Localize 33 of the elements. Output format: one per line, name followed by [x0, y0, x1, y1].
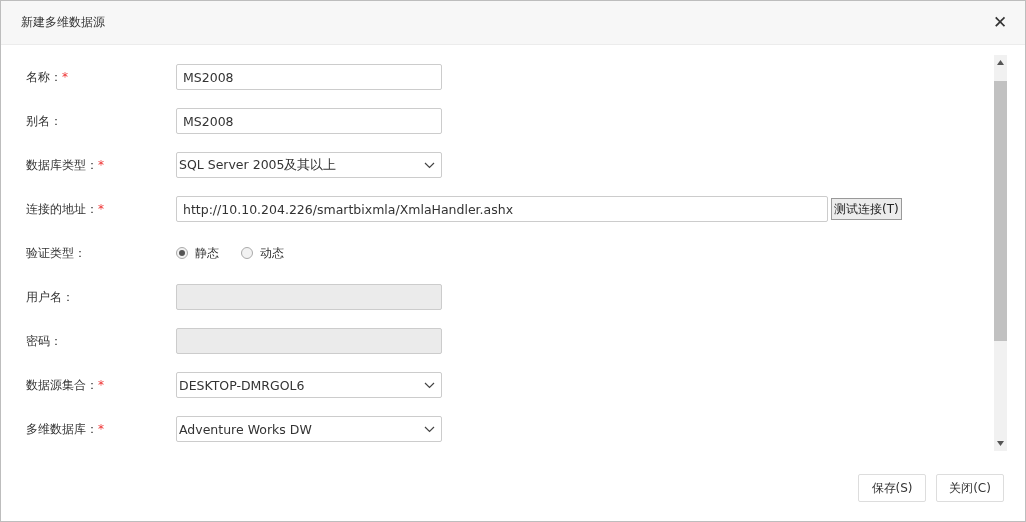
- test-connection-button[interactable]: 测试连接(T): [831, 198, 902, 220]
- text-field[interactable]: MS2008: [176, 108, 442, 134]
- field-label: 用户名：: [26, 288, 75, 306]
- scrollbar[interactable]: [994, 55, 1007, 451]
- url-field[interactable]: http://10.10.204.226/smartbixmla/XmlaHandler.ashx: [176, 196, 828, 222]
- field-label: 数据库类型：*: [26, 156, 105, 174]
- dropdown-value: Adventure Works DW: [179, 421, 312, 437]
- scroll-down-icon[interactable]: [997, 441, 1004, 446]
- chevron-down-icon: [424, 425, 435, 433]
- field-label: 连接的地址：*: [26, 200, 105, 218]
- close-button[interactable]: ✕: [989, 14, 1011, 31]
- field-label: 密码：: [26, 332, 63, 350]
- field-label: 别名：: [26, 112, 63, 130]
- dropdown[interactable]: SQL Server 2005及其以上: [176, 152, 442, 178]
- field-label: 验证类型：: [26, 244, 87, 262]
- radio-button[interactable]: [176, 247, 188, 259]
- field-label: 名称：*: [26, 68, 69, 86]
- field-label: 数据源集合：*: [26, 376, 105, 394]
- dropdown[interactable]: Adventure Works DW: [176, 416, 442, 442]
- field-label: 多维数据库：*: [26, 420, 105, 438]
- close-dialog-button[interactable]: 关闭(C): [936, 474, 1004, 502]
- dropdown[interactable]: DESKTOP-DMRGOL6: [176, 372, 442, 398]
- scroll-up-icon[interactable]: [997, 60, 1004, 65]
- radio-label: 静态: [195, 244, 219, 262]
- dialog-title: 新建多维数据源: [21, 14, 105, 31]
- save-button[interactable]: 保存(S): [858, 474, 926, 502]
- chevron-down-icon: [424, 161, 435, 169]
- radio-button[interactable]: [241, 247, 253, 259]
- radio-label: 动态: [260, 244, 284, 262]
- chevron-down-icon: [424, 381, 435, 389]
- text-field[interactable]: MS2008: [176, 64, 442, 90]
- dropdown-value: SQL Server 2005及其以上: [179, 156, 337, 174]
- dropdown-value: DESKTOP-DMRGOL6: [179, 377, 305, 393]
